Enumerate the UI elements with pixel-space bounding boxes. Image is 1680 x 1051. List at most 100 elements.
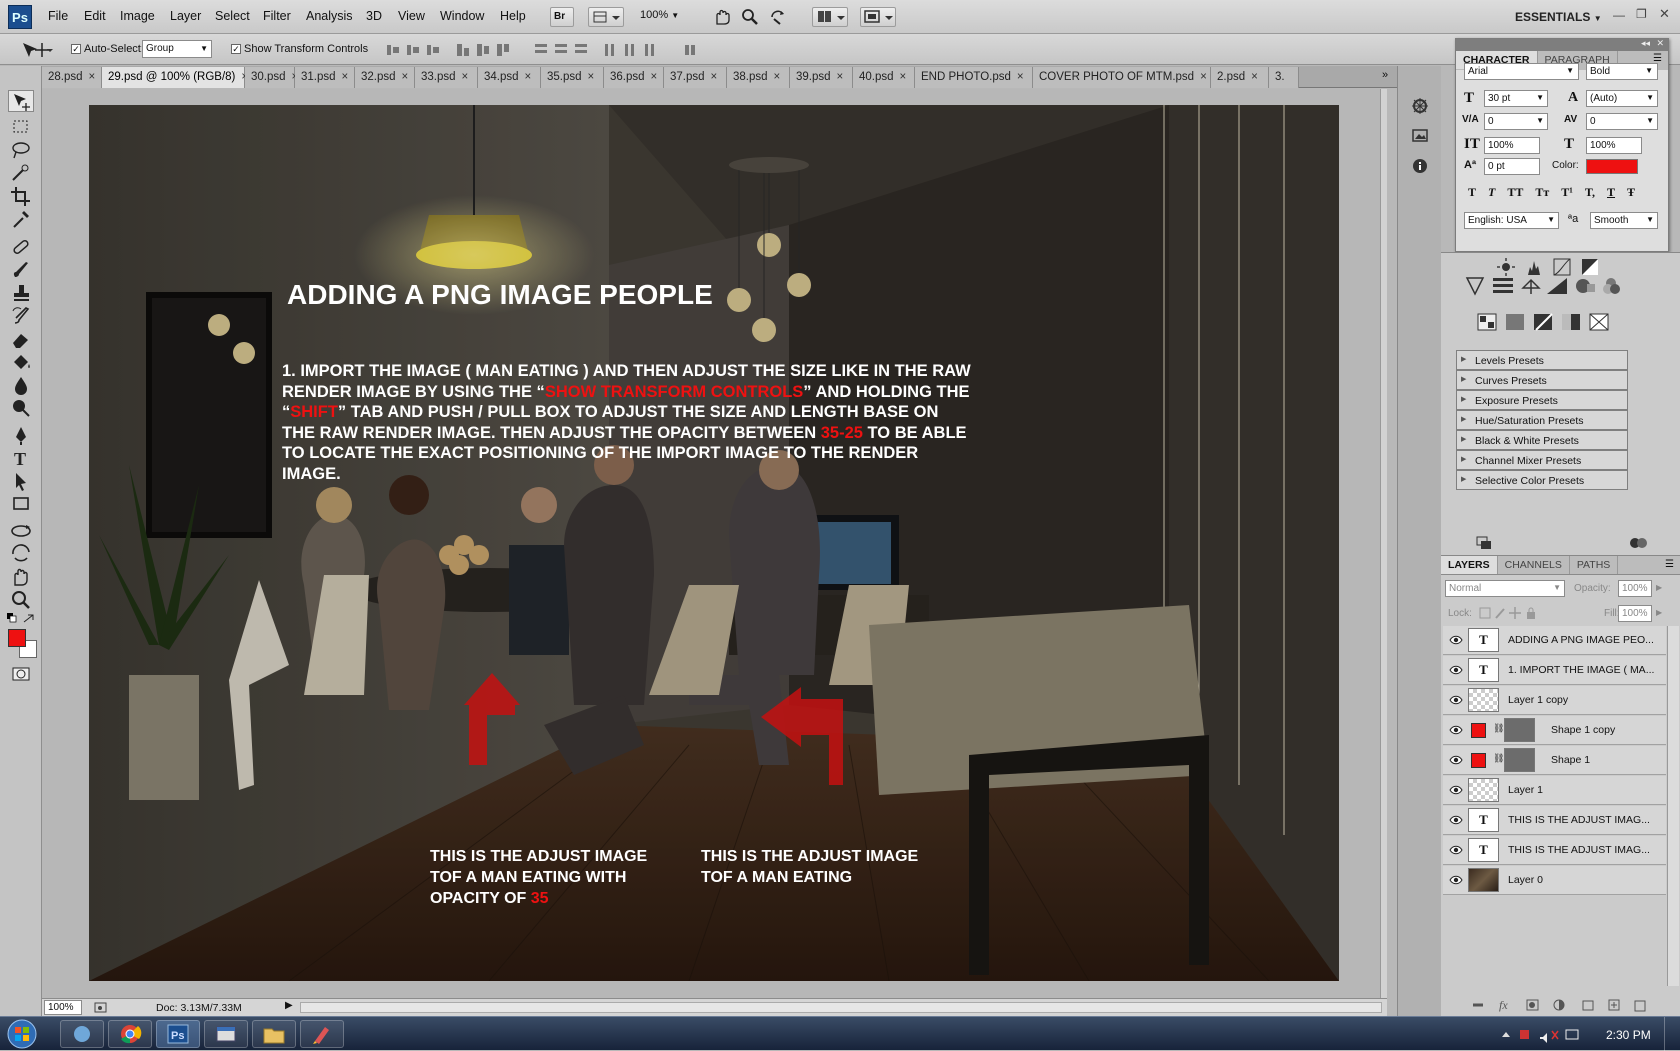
- minimize-button[interactable]: —: [1613, 8, 1625, 22]
- layer-row[interactable]: Layer 1: [1443, 776, 1666, 805]
- taskbar-chrome[interactable]: [108, 1020, 152, 1048]
- view-extras-button[interactable]: [588, 7, 624, 27]
- tab-layers[interactable]: LAYERS: [1441, 556, 1498, 574]
- document-canvas[interactable]: ADDING A PNG IMAGE PEOPLE 1. IMPORT THE …: [89, 105, 1339, 981]
- leading-field[interactable]: (Auto) ▼: [1586, 90, 1658, 107]
- close-tab-icon[interactable]: ×: [900, 71, 907, 83]
- layer-visibility-eye-icon[interactable]: [1449, 874, 1463, 886]
- layers-footer-icons[interactable]: fx: [1471, 997, 1661, 1013]
- document-tab[interactable]: 40.psd ×: [853, 67, 915, 88]
- navigator-panel-icon[interactable]: [1410, 126, 1430, 146]
- menu-view[interactable]: View: [398, 9, 425, 23]
- faux-italic-button[interactable]: T: [1488, 185, 1495, 200]
- layer-row[interactable]: T ADDING A PNG IMAGE PEO...: [1443, 626, 1666, 655]
- move-tool-icon[interactable]: [20, 40, 54, 60]
- layer-visibility-eye-icon[interactable]: [1449, 844, 1463, 856]
- lock-icons[interactable]: [1479, 606, 1539, 620]
- path-selection-tool-icon[interactable]: [9, 470, 33, 492]
- vertical-scale-field[interactable]: 100%: [1484, 137, 1540, 154]
- zoom-tool-icon[interactable]: [740, 8, 760, 26]
- status-info-icon[interactable]: [94, 1002, 108, 1014]
- status-menu-arrow[interactable]: ▶: [285, 1000, 293, 1011]
- preset-curves[interactable]: Curves Presets: [1456, 370, 1628, 390]
- taskbar-explorer[interactable]: [252, 1020, 296, 1048]
- more-tabs-icon[interactable]: »: [1382, 69, 1388, 81]
- document-tab[interactable]: 37.psd ×: [664, 67, 727, 88]
- close-tab-icon[interactable]: ×: [1017, 71, 1024, 83]
- pen-tool-icon[interactable]: [9, 424, 33, 446]
- close-tab-icon[interactable]: ×: [462, 71, 469, 83]
- document-tab[interactable]: 32.psd ×: [355, 67, 415, 88]
- text-layer-thumbnail[interactable]: T: [1468, 658, 1499, 682]
- lasso-tool-icon[interactable]: [9, 139, 33, 161]
- windows-start-icon[interactable]: [6, 1018, 40, 1050]
- text-layer-thumbnail[interactable]: T: [1468, 808, 1499, 832]
- menu-edit[interactable]: Edit: [84, 9, 106, 23]
- show-transform-checkbox[interactable]: ✓: [231, 44, 241, 54]
- document-tab[interactable]: 34.psd ×: [478, 67, 541, 88]
- default-colors-icon[interactable]: [6, 612, 36, 626]
- close-tab-icon[interactable]: ×: [342, 71, 349, 83]
- antialias-dropdown[interactable]: Smooth ▼: [1590, 212, 1658, 229]
- close-tab-icon[interactable]: ×: [774, 71, 781, 83]
- layer-visibility-eye-icon[interactable]: [1449, 634, 1463, 646]
- rectangle-tool-icon[interactable]: [9, 493, 33, 515]
- collapse-panel-button[interactable]: ◂◂: [1641, 38, 1650, 49]
- dodge-tool-icon[interactable]: [9, 397, 33, 419]
- hand-tool-icon[interactable]: [9, 566, 33, 588]
- close-tab-icon[interactable]: ×: [711, 71, 718, 83]
- document-tab[interactable]: 31.psd ×: [295, 67, 355, 88]
- document-tab[interactable]: 39.psd ×: [790, 67, 853, 88]
- type-tool-icon[interactable]: T: [9, 447, 33, 469]
- close-tab-icon[interactable]: ×: [1200, 71, 1207, 83]
- layer-link-icon[interactable]: ⛓: [1493, 753, 1504, 764]
- layer-row[interactable]: T THIS IS THE ADJUST IMAG...: [1443, 836, 1666, 865]
- show-desktop-button[interactable]: [1664, 1017, 1680, 1051]
- horizontal-scrollbar[interactable]: [300, 1002, 1382, 1013]
- blur-tool-icon[interactable]: [9, 374, 33, 396]
- zoom-tool-icon[interactable]: [9, 589, 33, 611]
- quick-selection-tool-icon[interactable]: [9, 162, 33, 184]
- layer-visibility-eye-icon[interactable]: [1449, 724, 1463, 736]
- layer-visibility-eye-icon[interactable]: [1449, 754, 1463, 766]
- shape-fill-swatch[interactable]: [1471, 753, 1486, 768]
- text-color-swatch[interactable]: [1586, 159, 1638, 174]
- 3d-rotate-tool-icon[interactable]: [9, 520, 33, 542]
- taskbar-app-1[interactable]: [60, 1020, 104, 1048]
- strikethrough-button[interactable]: Ŧ: [1627, 185, 1635, 200]
- document-tab[interactable]: 3.: [1269, 67, 1299, 88]
- horizontal-scale-field[interactable]: 100%: [1586, 137, 1642, 154]
- kerning-field[interactable]: 0 ▼: [1484, 113, 1548, 130]
- restore-button[interactable]: ❐: [1636, 7, 1647, 21]
- auto-select-checkbox[interactable]: ✓: [71, 44, 81, 54]
- menu-file[interactable]: File: [48, 9, 68, 23]
- tracking-field[interactable]: 0 ▼: [1586, 113, 1658, 130]
- arrange-documents-button[interactable]: [812, 7, 848, 27]
- document-tab[interactable]: 36.psd ×: [604, 67, 664, 88]
- fill-field[interactable]: 100%: [1618, 605, 1652, 622]
- layer-thumbnail[interactable]: [1468, 778, 1499, 802]
- opacity-field[interactable]: 100%: [1618, 580, 1652, 597]
- healing-brush-tool-icon[interactable]: [9, 236, 33, 258]
- layer-visibility-eye-icon[interactable]: [1449, 664, 1463, 676]
- preset-black-white[interactable]: Black & White Presets: [1456, 430, 1628, 450]
- layer-row[interactable]: T THIS IS THE ADJUST IMAG...: [1443, 806, 1666, 835]
- status-zoom-field[interactable]: 100%: [44, 1000, 82, 1015]
- shape-fill-swatch[interactable]: [1471, 723, 1486, 738]
- preset-selective-color[interactable]: Selective Color Presets: [1456, 470, 1628, 490]
- preset-hue-saturation[interactable]: Hue/Saturation Presets: [1456, 410, 1628, 430]
- layer-thumbnail[interactable]: [1468, 868, 1499, 892]
- document-tab[interactable]: 30.psd×: [245, 67, 298, 88]
- layers-scrollbar[interactable]: [1667, 626, 1679, 986]
- menu-window[interactable]: Window: [440, 9, 484, 23]
- preset-channel-mixer[interactable]: Channel Mixer Presets: [1456, 450, 1628, 470]
- tab-channels[interactable]: CHANNELS: [1497, 556, 1570, 574]
- blend-mode-dropdown[interactable]: Normal ▼: [1445, 580, 1565, 597]
- document-tab[interactable]: 2.psd ×: [1211, 67, 1269, 88]
- menu-analysis[interactable]: Analysis: [306, 9, 353, 23]
- hand-tool-icon[interactable]: [712, 8, 732, 26]
- vector-mask-thumbnail[interactable]: [1504, 748, 1535, 772]
- close-tab-icon[interactable]: ×: [837, 71, 844, 83]
- menu-help[interactable]: Help: [500, 9, 526, 23]
- paint-bucket-tool-icon[interactable]: [9, 351, 33, 373]
